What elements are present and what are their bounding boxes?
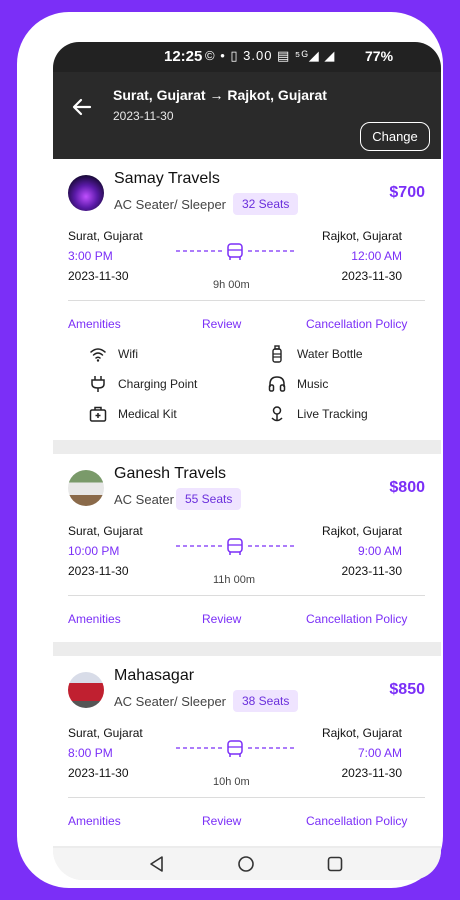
route-date: 2023-11-30 [113, 109, 174, 123]
trip-duration: 10h 0m [213, 776, 250, 788]
amenity-label: Music [297, 377, 329, 391]
seats-badge: 55 Seats [176, 488, 242, 510]
bus-type: AC Seater [114, 492, 174, 507]
amenity-label: Live Tracking [297, 407, 368, 421]
system-nav-bar [53, 848, 441, 880]
seats-badge: 38 Seats [233, 690, 299, 712]
departure-time: 10:00 PM [68, 544, 120, 558]
phone-frame: 12:25 © • ▯ 3.00 ▤ ⁵ᴳ◢ ◢ 77% Surat, Guja… [17, 12, 443, 888]
review-link[interactable]: Review [202, 612, 241, 626]
screen: 12:25 © • ▯ 3.00 ▤ ⁵ᴳ◢ ◢ 77% Surat, Guja… [53, 42, 441, 880]
destination-city: Rajkot, Gujarat [321, 229, 402, 243]
seats-badge: 32 Seats [233, 193, 299, 215]
departure-date: 2023-11-30 [68, 564, 129, 578]
medical-kit-icon [89, 406, 107, 422]
route-line-bus-icon [176, 740, 294, 757]
cancellation-policy-link[interactable]: Cancellation Policy [306, 317, 407, 331]
bus-card[interactable]: Samay Travels AC Seater/ Sleeper 32 Seat… [53, 159, 441, 440]
route-title: Surat, Gujarat → Rajkot, Gujarat [113, 87, 327, 103]
status-bar: 12:25 © • ▯ 3.00 ▤ ⁵ᴳ◢ ◢ 77% [53, 42, 441, 72]
cancellation-policy-link[interactable]: Cancellation Policy [306, 612, 407, 626]
bus-card[interactable]: Ganesh Travels AC Seater 55 Seats $800 S… [53, 454, 441, 642]
divider [68, 595, 425, 596]
back-arrow-icon[interactable] [71, 96, 93, 118]
fare-price: $800 [389, 479, 425, 496]
arrival-time: 12:00 AM [351, 249, 402, 263]
amenities-link[interactable]: Amenities [68, 612, 121, 626]
destination-city: Rajkot, Gujarat [321, 524, 402, 538]
trip-duration: 9h 00m [213, 279, 250, 291]
operator-logo [68, 175, 104, 211]
review-link[interactable]: Review [202, 814, 241, 828]
divider [68, 797, 425, 798]
departure-date: 2023-11-30 [68, 269, 129, 283]
bus-type: AC Seater/ Sleeper [114, 197, 227, 212]
arrival-date: 2023-11-30 [341, 564, 403, 578]
operator-logo [68, 470, 104, 506]
arrival-time: 7:00 AM [357, 746, 402, 760]
cancellation-policy-link[interactable]: Cancellation Policy [306, 814, 407, 828]
nav-home-icon[interactable] [237, 855, 255, 873]
arrival-time: 9:00 AM [357, 544, 402, 558]
amenities-link[interactable]: Amenities [68, 317, 121, 331]
headphones-icon [268, 376, 286, 392]
nav-back-icon[interactable] [148, 855, 166, 873]
amenity-label: Medical Kit [118, 407, 177, 421]
departure-time: 3:00 PM [68, 249, 113, 263]
change-button[interactable]: Change [360, 122, 430, 151]
nav-recents-icon[interactable] [326, 855, 344, 873]
review-link[interactable]: Review [202, 317, 241, 331]
amenity-label: Water Bottle [297, 347, 363, 361]
bus-card[interactable]: Mahasagar AC Seater/ Sleeper 38 Seats $8… [53, 656, 441, 846]
origin-city: Surat, Gujarat [68, 726, 143, 740]
departure-date: 2023-11-30 [68, 766, 129, 780]
origin-city: Surat, Gujarat [68, 524, 143, 538]
amenity-label: Wifi [118, 347, 138, 361]
operator-name: Samay Travels [114, 170, 220, 187]
route-line-bus-icon [176, 243, 294, 260]
charging-point-icon [91, 376, 105, 392]
battery-level: 77% [365, 48, 394, 64]
operator-name: Ganesh Travels [114, 465, 227, 482]
operator-name: Mahasagar [114, 667, 195, 684]
fare-price: $700 [389, 184, 425, 201]
live-tracking-icon [271, 406, 283, 422]
departure-time: 8:00 PM [68, 746, 113, 760]
arrival-date: 2023-11-30 [341, 269, 403, 283]
arrival-date: 2023-11-30 [341, 766, 403, 780]
status-time: 12:25 [164, 48, 203, 65]
origin-city: Surat, Gujarat [68, 229, 143, 243]
wifi-icon [90, 348, 106, 362]
status-icons: © • ▯ 3.00 ▤ ⁵ᴳ◢ ◢ [205, 48, 336, 63]
bus-list: Samay Travels AC Seater/ Sleeper 32 Seat… [53, 159, 441, 860]
trip-duration: 11h 00m [213, 574, 255, 586]
app-header: Surat, Gujarat → Rajkot, Gujarat 2023-11… [53, 72, 441, 172]
operator-logo [68, 672, 104, 708]
amenity-label: Charging Point [118, 377, 198, 391]
divider [68, 300, 425, 301]
route-line-bus-icon [176, 538, 294, 555]
water-bottle-icon [272, 345, 282, 363]
bus-type: AC Seater/ Sleeper [114, 694, 227, 709]
fare-price: $850 [389, 681, 425, 698]
amenities-link[interactable]: Amenities [68, 814, 121, 828]
destination-city: Rajkot, Gujarat [321, 726, 402, 740]
